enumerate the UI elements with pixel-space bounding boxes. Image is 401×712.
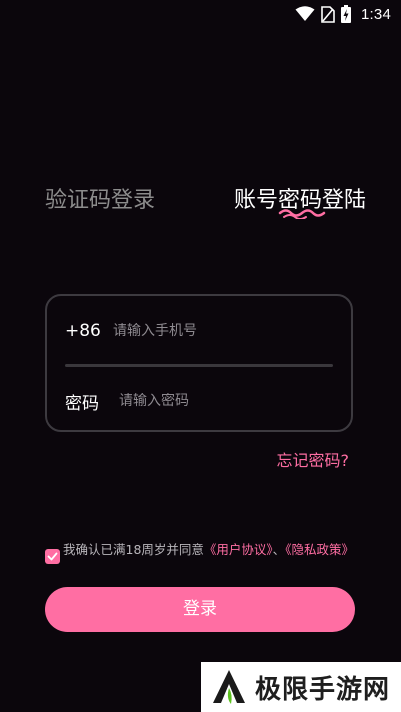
password-input[interactable] [119, 393, 333, 409]
no-sim-icon [321, 5, 335, 23]
agreement-text: 我确认已满18周岁并同意《用户协议》、《隐私政策》 [63, 541, 363, 559]
login-form-card: +86 密码 [45, 294, 353, 432]
forgot-password-link[interactable]: 忘记密码? [277, 447, 350, 471]
active-tab-indicator [278, 209, 326, 219]
phone-row: +86 [65, 313, 333, 349]
login-screen: 1:34 验证码登录 账号密码登陆 +86 密码 忘记密码? 我确认已满18周岁… [0, 0, 401, 712]
watermark-text: 极限手游网 [255, 674, 391, 705]
agreement-checkbox[interactable] [45, 549, 60, 564]
phone-input[interactable] [113, 323, 333, 339]
checkmark-icon [47, 552, 58, 561]
tab-sms-login[interactable]: 验证码登录 [45, 186, 155, 216]
country-code[interactable]: +86 [65, 321, 113, 341]
form-divider [65, 364, 333, 367]
wifi-icon [295, 6, 315, 22]
watermark-logo-icon [207, 665, 251, 709]
watermark: 极限手游网 [201, 662, 401, 712]
login-button[interactable]: 登录 [45, 587, 355, 632]
agreement-prefix: 我确认已满18周岁并同意 [63, 542, 204, 557]
user-agreement-link[interactable]: 《用户协议》 [204, 542, 273, 557]
password-label: 密码 [65, 393, 99, 414]
status-bar: 1:34 [0, 0, 401, 28]
battery-charging-icon [341, 5, 351, 23]
privacy-policy-link[interactable]: 《隐私政策》 [285, 542, 354, 557]
status-icons: 1:34 [295, 5, 391, 23]
password-row: 密码 [65, 383, 333, 419]
status-time: 1:34 [361, 5, 391, 23]
agreement-separator: 、 [272, 542, 286, 557]
